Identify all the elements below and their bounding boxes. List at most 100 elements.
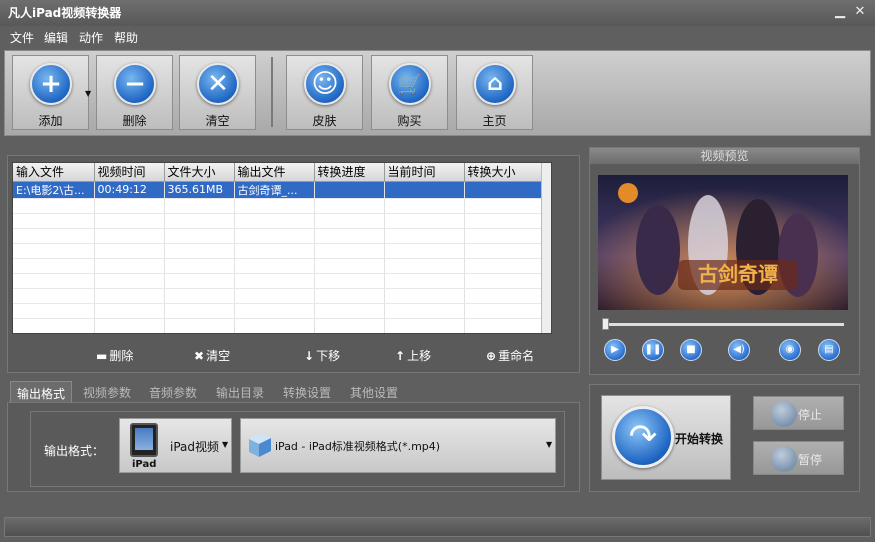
cell-converted-size bbox=[464, 181, 544, 199]
col-progress[interactable]: 转换进度 bbox=[314, 163, 385, 182]
menu-action[interactable]: 动作 bbox=[79, 29, 103, 46]
menu-help[interactable]: 帮助 bbox=[114, 29, 138, 46]
start-convert-button[interactable]: ↷ 开始转换 bbox=[601, 395, 731, 480]
seek-handle[interactable] bbox=[602, 318, 609, 330]
home-button[interactable]: ⌂ 主页 bbox=[456, 55, 533, 130]
skin-button[interactable]: ☺ 皮肤 bbox=[286, 55, 363, 130]
empty-row bbox=[13, 258, 544, 274]
format-select-value: iPad - iPad标准视频格式(*.mp4) bbox=[275, 440, 441, 453]
add-button[interactable]: + 添加 ▼ bbox=[12, 55, 91, 130]
cell-output-file: 古剑奇谭_... bbox=[234, 181, 315, 199]
home-label: 主页 bbox=[482, 114, 507, 128]
list-clear-label: 清空 bbox=[206, 349, 231, 363]
arrow-up-icon: ↑ bbox=[395, 349, 406, 363]
x-icon: ✖ bbox=[194, 349, 205, 363]
buy-button[interactable]: 🛒 购买 bbox=[371, 55, 448, 130]
menu-edit[interactable]: 编辑 bbox=[44, 29, 68, 46]
pause-icon bbox=[771, 446, 797, 472]
clear-label: 清空 bbox=[205, 114, 230, 128]
ipad-icon bbox=[130, 423, 158, 457]
tab-video-params[interactable]: 视频参数 bbox=[77, 381, 137, 403]
move-up-button[interactable]: ↑ 上移 bbox=[395, 347, 431, 364]
cell-progress bbox=[314, 181, 385, 199]
chevron-down-icon: ▼ bbox=[222, 440, 229, 449]
tab-output-format[interactable]: 输出格式 bbox=[10, 381, 73, 403]
cart-icon: 🛒 bbox=[389, 63, 431, 105]
buy-label: 购买 bbox=[397, 114, 422, 128]
pause-label: 暂停 bbox=[798, 453, 823, 467]
delete-button[interactable]: − 删除 bbox=[96, 55, 173, 130]
col-video-time[interactable]: 视频时间 bbox=[94, 163, 165, 182]
empty-row bbox=[13, 288, 544, 304]
vertical-scrollbar[interactable] bbox=[541, 163, 551, 333]
status-bar bbox=[4, 517, 871, 537]
empty-row bbox=[13, 273, 544, 289]
plus-circle-icon: ⊕ bbox=[486, 349, 497, 363]
menu-file[interactable]: 文件 bbox=[10, 29, 34, 46]
add-label: 添加 bbox=[38, 114, 63, 128]
empty-row bbox=[13, 318, 544, 333]
start-convert-label: 开始转换 bbox=[675, 432, 724, 446]
move-up-label: 上移 bbox=[407, 349, 432, 363]
output-format-label: 输出格式： bbox=[44, 444, 105, 458]
title-bar bbox=[0, 0, 875, 26]
minus-icon: − bbox=[114, 63, 156, 105]
file-table[interactable]: 输入文件 视频时间 文件大小 输出文件 转换进度 当前时间 转换大小 E:\电影… bbox=[12, 162, 552, 334]
minimize-button[interactable]: ▁ bbox=[832, 4, 848, 20]
dropdown-arrow-icon[interactable]: ▼ bbox=[85, 89, 91, 98]
x-icon: ✕ bbox=[197, 63, 239, 105]
cell-current-time bbox=[384, 181, 465, 199]
stop-button[interactable]: 停止 bbox=[753, 396, 844, 430]
cell-file-size: 365.61MB bbox=[164, 181, 235, 199]
empty-row bbox=[13, 243, 544, 259]
col-input-file[interactable]: 输入文件 bbox=[13, 163, 95, 182]
empty-row bbox=[13, 198, 544, 214]
table-header-row: 输入文件 视频时间 文件大小 输出文件 转换进度 当前时间 转换大小 bbox=[13, 163, 544, 182]
rename-button[interactable]: ⊕ 重命名 bbox=[486, 347, 534, 364]
play-icon[interactable]: ▶ bbox=[604, 339, 626, 361]
empty-row bbox=[13, 213, 544, 229]
tab-other-settings[interactable]: 其他设置 bbox=[344, 381, 404, 403]
pause-button[interactable]: 暂停 bbox=[753, 441, 844, 475]
video-box-icon bbox=[245, 431, 273, 462]
rename-label: 重命名 bbox=[498, 349, 535, 363]
table-row[interactable]: E:\电影2\古... 00:49:12 365.61MB 古剑奇谭_... bbox=[13, 181, 544, 199]
clear-button[interactable]: ✕ 清空 bbox=[179, 55, 256, 130]
window-title: 凡人iPad视频转换器 bbox=[8, 6, 122, 20]
video-frame-image: 古剑奇谭 bbox=[598, 175, 848, 310]
col-output-file[interactable]: 输出文件 bbox=[234, 163, 315, 182]
tab-convert-settings[interactable]: 转换设置 bbox=[277, 381, 337, 403]
tab-output-dir[interactable]: 输出目录 bbox=[210, 381, 270, 403]
list-clear-button[interactable]: ✖ 清空 bbox=[194, 347, 230, 364]
list-delete-button[interactable]: ▬ 删除 bbox=[96, 347, 133, 364]
smiley-icon: ☺ bbox=[304, 63, 346, 105]
minus-icon: ▬ bbox=[96, 349, 108, 363]
device-select-value: iPad视频 bbox=[170, 440, 220, 454]
menu-bar: 文件 编辑 动作 帮助 bbox=[0, 26, 875, 48]
stop-label: 停止 bbox=[798, 408, 823, 422]
snapshot-icon[interactable]: ◉ bbox=[779, 339, 801, 361]
format-select[interactable]: iPad - iPad标准视频格式(*.mp4) ▼ bbox=[240, 418, 556, 473]
move-down-button[interactable]: ↓ 下移 bbox=[304, 347, 340, 364]
cell-input-file: E:\电影2\古... bbox=[13, 181, 95, 199]
device-select[interactable]: iPad iPad视频 ▼ bbox=[119, 418, 232, 473]
video-caption: 古剑奇谭 bbox=[698, 262, 778, 286]
col-converted-size[interactable]: 转换大小 bbox=[464, 163, 544, 182]
folder-icon[interactable]: ▤ bbox=[818, 339, 840, 361]
seek-bar[interactable] bbox=[604, 323, 844, 326]
stop-icon bbox=[771, 401, 797, 427]
chevron-down-icon: ▼ bbox=[546, 440, 553, 449]
preview-title: 视频预览 bbox=[590, 148, 859, 164]
home-icon: ⌂ bbox=[474, 63, 516, 105]
list-delete-label: 删除 bbox=[109, 349, 134, 363]
tab-audio-params[interactable]: 音频参数 bbox=[143, 381, 203, 403]
pause-icon[interactable]: ❚❚ bbox=[642, 339, 664, 361]
move-down-label: 下移 bbox=[316, 349, 341, 363]
video-preview: 古剑奇谭 bbox=[598, 175, 848, 310]
close-button[interactable]: ✕ bbox=[852, 4, 868, 20]
col-current-time[interactable]: 当前时间 bbox=[384, 163, 465, 182]
stop-icon[interactable]: ■ bbox=[680, 339, 702, 361]
col-file-size[interactable]: 文件大小 bbox=[164, 163, 235, 182]
toolbar: + 添加 ▼ − 删除 ✕ 清空 ☺ 皮肤 🛒 购买 ⌂ 主页 bbox=[4, 50, 871, 136]
volume-icon[interactable]: ◀) bbox=[728, 339, 750, 361]
